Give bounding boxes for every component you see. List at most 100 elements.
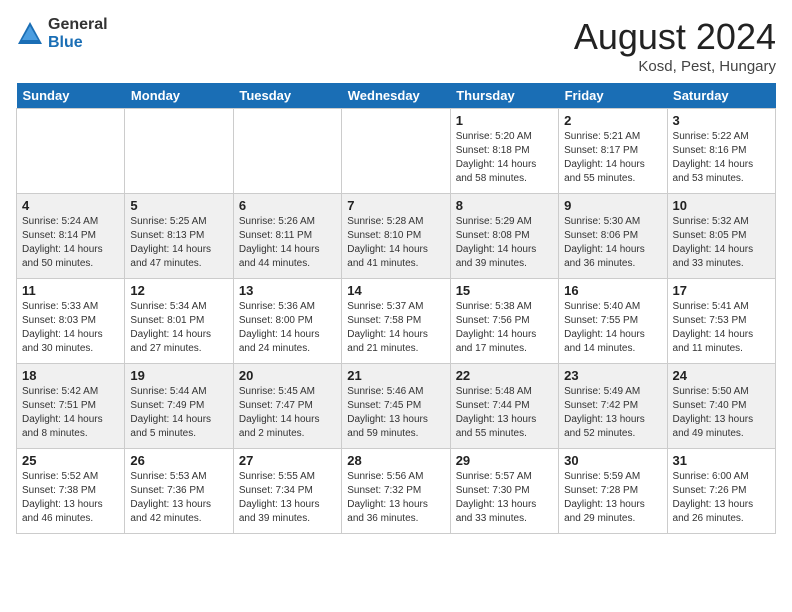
- day-number: 18: [22, 368, 119, 383]
- calendar-cell: 13 Sunrise: 5:36 AM Sunset: 8:00 PM Dayli…: [233, 279, 341, 364]
- day-info: Sunrise: 5:32 AM Sunset: 8:05 PM Dayligh…: [673, 215, 770, 271]
- calendar-cell: 24 Sunrise: 5:50 AM Sunset: 7:40 PM Dayli…: [667, 364, 775, 449]
- calendar-cell: 23Sunrise: 5:49 AM Sunset: 7:42 PM Dayli…: [559, 364, 667, 449]
- week-row-0: 1 Sunrise: 5:20 AM Sunset: 8:18 PM Daylig…: [17, 109, 776, 194]
- calendar-cell: 27 Sunrise: 5:55 AM Sunset: 7:34 PM Dayli…: [233, 449, 341, 534]
- day-number: 27: [239, 453, 336, 468]
- day-number: 21: [347, 368, 444, 383]
- day-info: Sunrise: 5:37 AM Sunset: 7:58 PM Dayligh…: [347, 300, 444, 356]
- day-info: Sunrise: 5:21 AM Sunset: 8:17 PM Dayligh…: [564, 130, 661, 186]
- title-block: August 2024 Kosd, Pest, Hungary: [574, 16, 776, 75]
- week-row-4: 25Sunrise: 5:52 AM Sunset: 7:38 PM Dayli…: [17, 449, 776, 534]
- calendar-cell: 20Sunrise: 5:45 AM Sunset: 7:47 PM Dayli…: [233, 364, 341, 449]
- header-day-wednesday: Wednesday: [342, 83, 450, 109]
- day-info: Sunrise: 5:44 AM Sunset: 7:49 PM Dayligh…: [130, 385, 227, 441]
- day-info: Sunrise: 5:22 AM Sunset: 8:16 PM Dayligh…: [673, 130, 770, 186]
- calendar-cell: 22 Sunrise: 5:48 AM Sunset: 7:44 PM Dayli…: [450, 364, 558, 449]
- header-day-friday: Friday: [559, 83, 667, 109]
- day-info: Sunrise: 5:42 AM Sunset: 7:51 PM Dayligh…: [22, 385, 119, 441]
- day-info: Sunrise: 5:40 AM Sunset: 7:55 PM Dayligh…: [564, 300, 661, 356]
- day-number: 3: [673, 113, 770, 128]
- day-info: Sunrise: 5:50 AM Sunset: 7:40 PM Dayligh…: [673, 385, 770, 441]
- calendar-cell: 14 Sunrise: 5:37 AM Sunset: 7:58 PM Dayli…: [342, 279, 450, 364]
- week-row-3: 18 Sunrise: 5:42 AM Sunset: 7:51 PM Dayli…: [17, 364, 776, 449]
- logo-general-text: General: [48, 16, 108, 34]
- day-info: Sunrise: 5:53 AM Sunset: 7:36 PM Dayligh…: [130, 470, 227, 526]
- calendar-cell: [342, 109, 450, 194]
- day-info: Sunrise: 5:34 AM Sunset: 8:01 PM Dayligh…: [130, 300, 227, 356]
- header-day-saturday: Saturday: [667, 83, 775, 109]
- calendar-cell: [125, 109, 233, 194]
- header-day-sunday: Sunday: [17, 83, 125, 109]
- day-number: 15: [456, 283, 553, 298]
- day-number: 26: [130, 453, 227, 468]
- day-number: 13: [239, 283, 336, 298]
- day-info: Sunrise: 5:29 AM Sunset: 8:08 PM Dayligh…: [456, 215, 553, 271]
- header-day-thursday: Thursday: [450, 83, 558, 109]
- calendar-cell: 26 Sunrise: 5:53 AM Sunset: 7:36 PM Dayli…: [125, 449, 233, 534]
- calendar-cell: 29Sunrise: 5:57 AM Sunset: 7:30 PM Dayli…: [450, 449, 558, 534]
- logo-icon: [16, 20, 44, 48]
- day-info: Sunrise: 5:56 AM Sunset: 7:32 PM Dayligh…: [347, 470, 444, 526]
- day-number: 19: [130, 368, 227, 383]
- day-info: Sunrise: 6:00 AM Sunset: 7:26 PM Dayligh…: [673, 470, 770, 526]
- calendar-cell: 2Sunrise: 5:21 AM Sunset: 8:17 PM Daylig…: [559, 109, 667, 194]
- day-info: Sunrise: 5:20 AM Sunset: 8:18 PM Dayligh…: [456, 130, 553, 186]
- logo-blue-text: Blue: [48, 34, 108, 52]
- calendar-cell: 7Sunrise: 5:28 AM Sunset: 8:10 PM Daylig…: [342, 194, 450, 279]
- day-number: 14: [347, 283, 444, 298]
- day-number: 22: [456, 368, 553, 383]
- header-day-tuesday: Tuesday: [233, 83, 341, 109]
- day-number: 17: [673, 283, 770, 298]
- calendar-cell: 11Sunrise: 5:33 AM Sunset: 8:03 PM Dayli…: [17, 279, 125, 364]
- day-number: 24: [673, 368, 770, 383]
- header-row: SundayMondayTuesdayWednesdayThursdayFrid…: [17, 83, 776, 109]
- day-info: Sunrise: 5:26 AM Sunset: 8:11 PM Dayligh…: [239, 215, 336, 271]
- week-row-1: 4 Sunrise: 5:24 AM Sunset: 8:14 PM Daylig…: [17, 194, 776, 279]
- day-info: Sunrise: 5:36 AM Sunset: 8:00 PM Dayligh…: [239, 300, 336, 356]
- day-info: Sunrise: 5:49 AM Sunset: 7:42 PM Dayligh…: [564, 385, 661, 441]
- day-number: 10: [673, 198, 770, 213]
- day-info: Sunrise: 5:45 AM Sunset: 7:47 PM Dayligh…: [239, 385, 336, 441]
- day-info: Sunrise: 5:30 AM Sunset: 8:06 PM Dayligh…: [564, 215, 661, 271]
- calendar-cell: [233, 109, 341, 194]
- calendar-cell: 19 Sunrise: 5:44 AM Sunset: 7:49 PM Dayli…: [125, 364, 233, 449]
- day-number: 5: [130, 198, 227, 213]
- calendar-cell: 1 Sunrise: 5:20 AM Sunset: 8:18 PM Daylig…: [450, 109, 558, 194]
- calendar-table: SundayMondayTuesdayWednesdayThursdayFrid…: [16, 83, 776, 534]
- day-number: 1: [456, 113, 553, 128]
- day-info: Sunrise: 5:59 AM Sunset: 7:28 PM Dayligh…: [564, 470, 661, 526]
- calendar-cell: 28 Sunrise: 5:56 AM Sunset: 7:32 PM Dayli…: [342, 449, 450, 534]
- calendar-cell: 18 Sunrise: 5:42 AM Sunset: 7:51 PM Dayli…: [17, 364, 125, 449]
- calendar-cell: 9 Sunrise: 5:30 AM Sunset: 8:06 PM Daylig…: [559, 194, 667, 279]
- calendar-subtitle: Kosd, Pest, Hungary: [574, 58, 776, 75]
- calendar-cell: 10 Sunrise: 5:32 AM Sunset: 8:05 PM Dayli…: [667, 194, 775, 279]
- day-number: 4: [22, 198, 119, 213]
- calendar-cell: 8 Sunrise: 5:29 AM Sunset: 8:08 PM Daylig…: [450, 194, 558, 279]
- day-number: 11: [22, 283, 119, 298]
- calendar-cell: 15Sunrise: 5:38 AM Sunset: 7:56 PM Dayli…: [450, 279, 558, 364]
- day-info: Sunrise: 5:25 AM Sunset: 8:13 PM Dayligh…: [130, 215, 227, 271]
- day-info: Sunrise: 5:55 AM Sunset: 7:34 PM Dayligh…: [239, 470, 336, 526]
- logo: General Blue: [16, 16, 108, 51]
- calendar-cell: 5 Sunrise: 5:25 AM Sunset: 8:13 PM Daylig…: [125, 194, 233, 279]
- day-number: 6: [239, 198, 336, 213]
- header-day-monday: Monday: [125, 83, 233, 109]
- calendar-cell: [17, 109, 125, 194]
- calendar-cell: 4 Sunrise: 5:24 AM Sunset: 8:14 PM Daylig…: [17, 194, 125, 279]
- day-number: 9: [564, 198, 661, 213]
- day-info: Sunrise: 5:41 AM Sunset: 7:53 PM Dayligh…: [673, 300, 770, 356]
- calendar-cell: 21 Sunrise: 5:46 AM Sunset: 7:45 PM Dayli…: [342, 364, 450, 449]
- day-number: 7: [347, 198, 444, 213]
- page-header: General Blue August 2024 Kosd, Pest, Hun…: [16, 16, 776, 75]
- day-number: 28: [347, 453, 444, 468]
- day-info: Sunrise: 5:48 AM Sunset: 7:44 PM Dayligh…: [456, 385, 553, 441]
- calendar-cell: 30Sunrise: 5:59 AM Sunset: 7:28 PM Dayli…: [559, 449, 667, 534]
- day-number: 25: [22, 453, 119, 468]
- day-info: Sunrise: 5:24 AM Sunset: 8:14 PM Dayligh…: [22, 215, 119, 271]
- day-info: Sunrise: 5:57 AM Sunset: 7:30 PM Dayligh…: [456, 470, 553, 526]
- day-number: 8: [456, 198, 553, 213]
- calendar-cell: 6 Sunrise: 5:26 AM Sunset: 8:11 PM Daylig…: [233, 194, 341, 279]
- calendar-cell: 12Sunrise: 5:34 AM Sunset: 8:01 PM Dayli…: [125, 279, 233, 364]
- day-info: Sunrise: 5:46 AM Sunset: 7:45 PM Dayligh…: [347, 385, 444, 441]
